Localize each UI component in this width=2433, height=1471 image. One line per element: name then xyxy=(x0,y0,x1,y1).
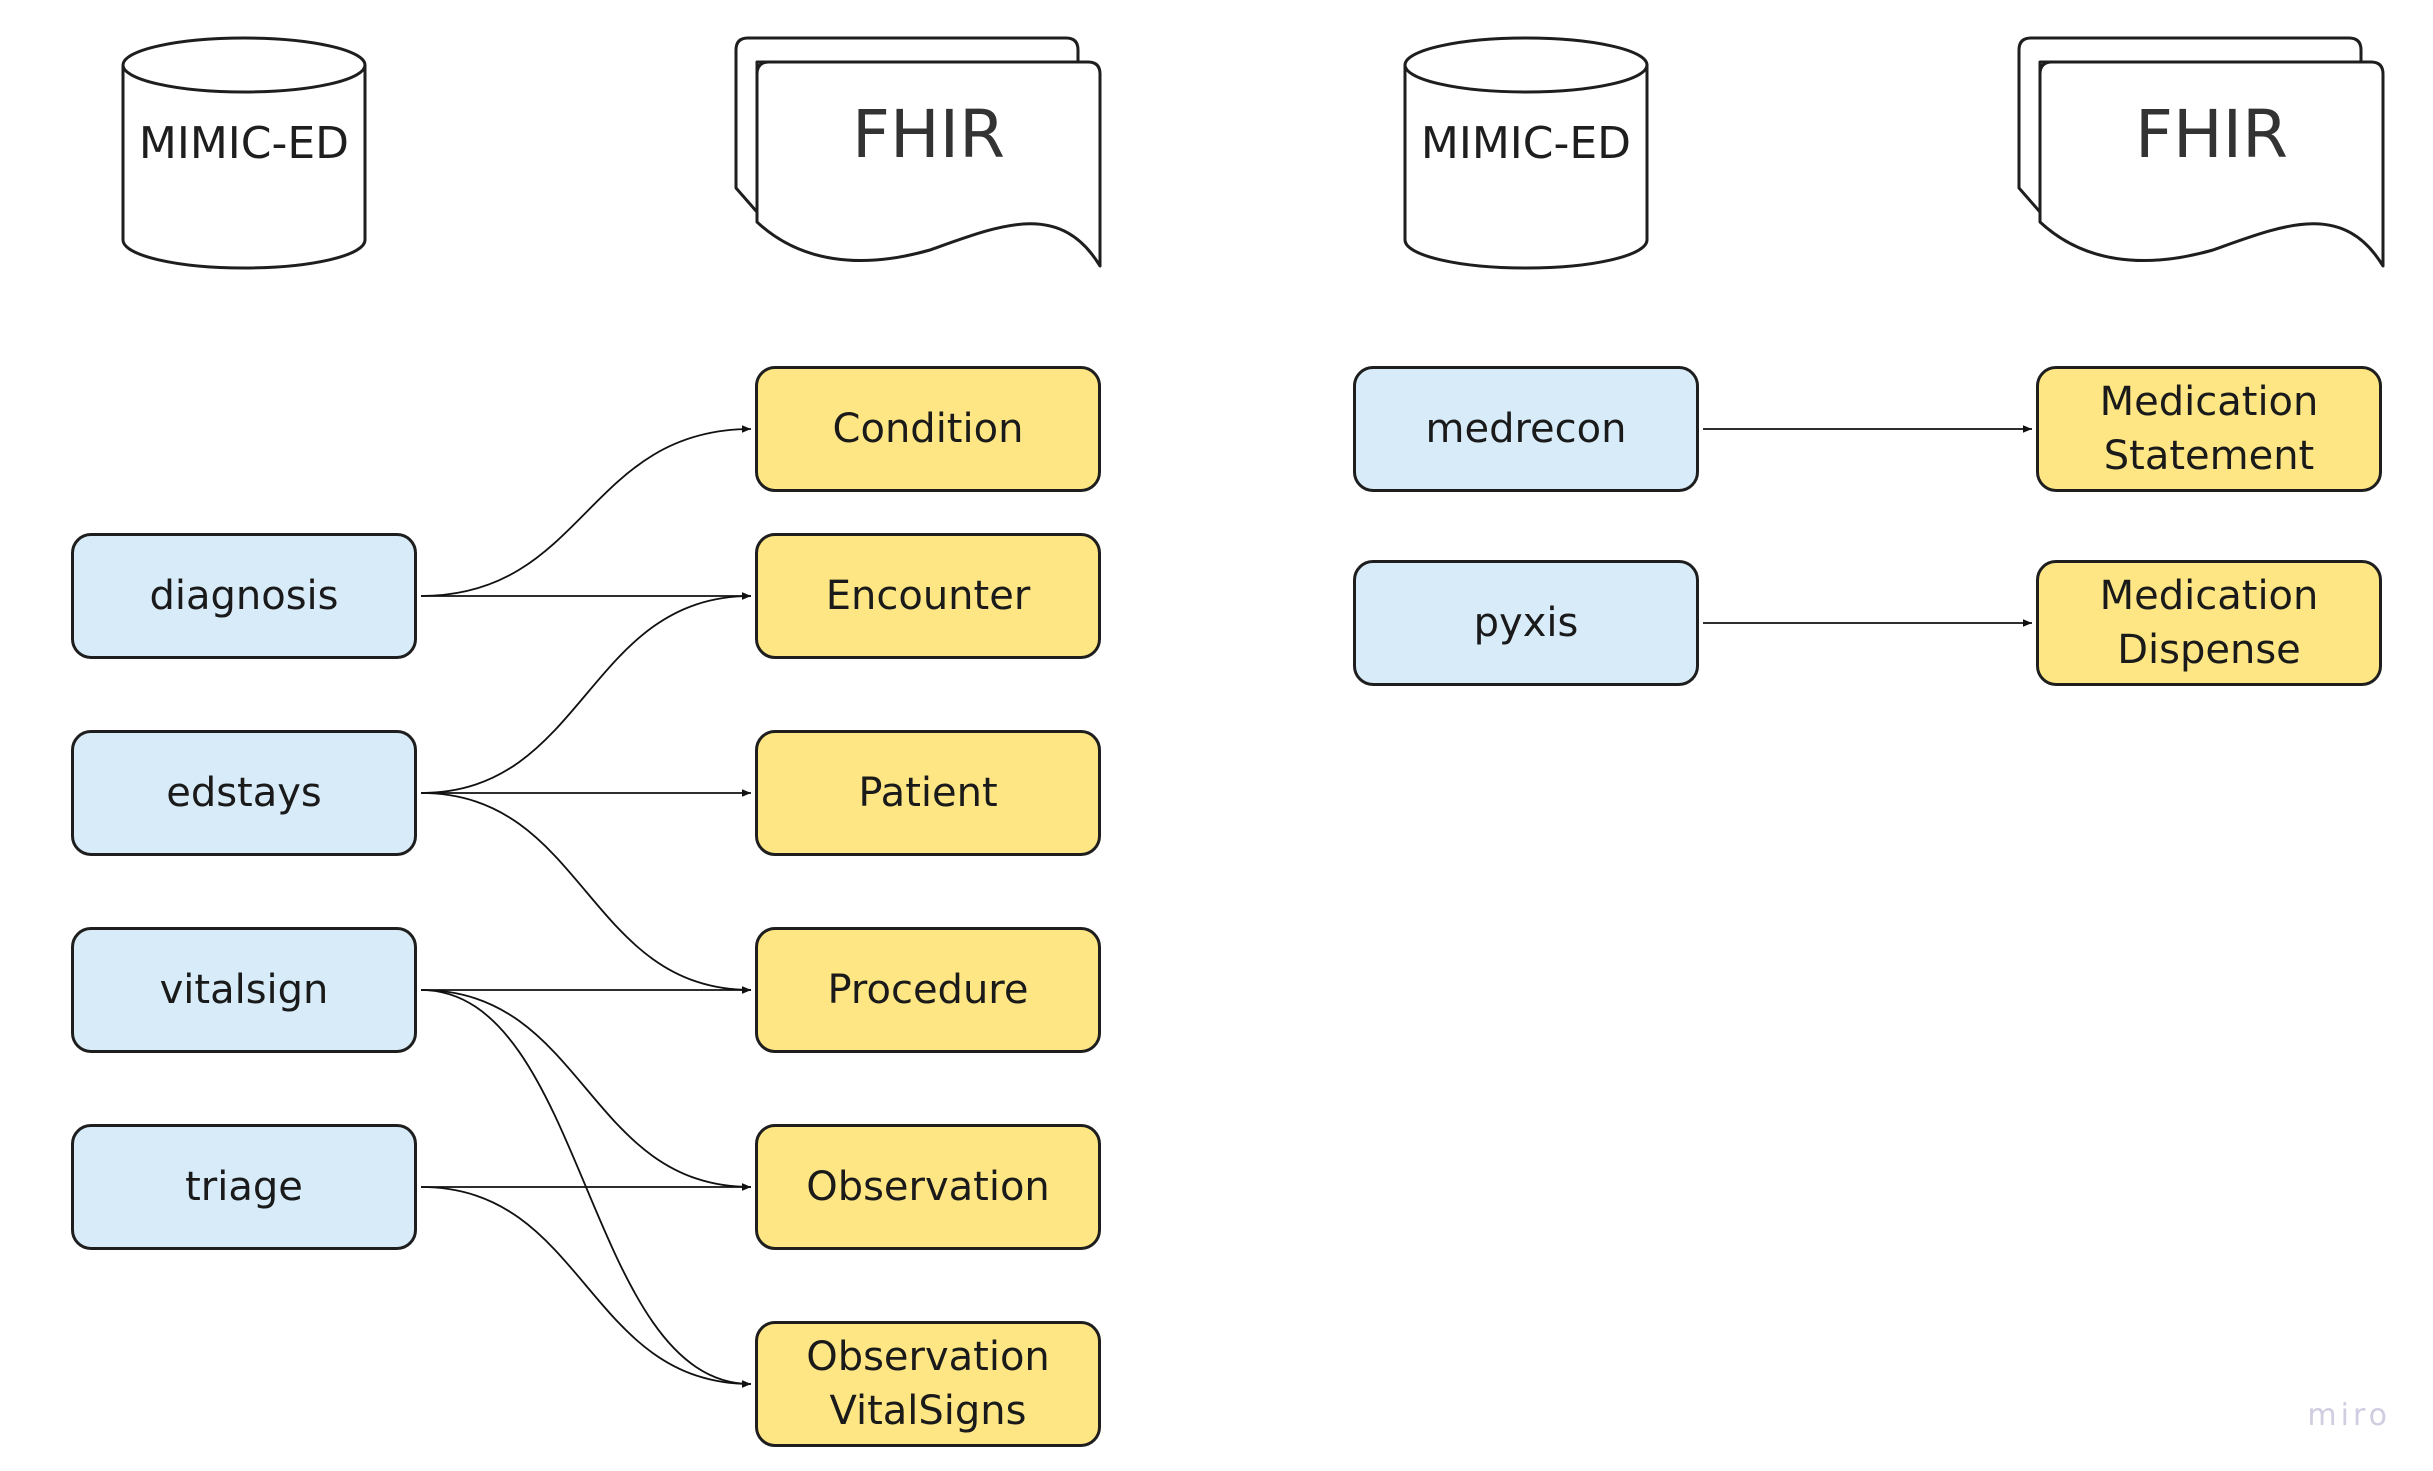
source-node-triage[interactable]: triage xyxy=(71,1124,417,1250)
target-node-condition[interactable]: Condition xyxy=(755,366,1101,492)
target-node-procedure[interactable]: Procedure xyxy=(755,927,1101,1053)
fhir-label-left: FHIR xyxy=(852,96,1005,173)
source-db-label-left: MIMIC-ED xyxy=(138,118,350,169)
connector-diagnosis-to-condition[interactable] xyxy=(420,425,752,597)
source-db-label-right: MIMIC-ED xyxy=(1420,118,1632,169)
target-node-observation[interactable]: Observation xyxy=(755,1124,1101,1250)
connector-layer xyxy=(420,425,2032,1388)
connector-vitalsign-to-observation[interactable] xyxy=(420,989,752,1191)
connector-edstays-to-procedure[interactable] xyxy=(420,792,752,994)
target-node-observation-vitalsigns[interactable]: Observation VitalSigns xyxy=(755,1321,1101,1447)
target-node-patient[interactable]: Patient xyxy=(755,730,1101,856)
target-node-encounter[interactable]: Encounter xyxy=(755,533,1101,659)
miro-watermark: miro xyxy=(2307,1398,2391,1433)
source-node-pyxis[interactable]: pyxis xyxy=(1353,560,1699,686)
source-node-vitalsign[interactable]: vitalsign xyxy=(71,927,417,1053)
source-node-edstays[interactable]: edstays xyxy=(71,730,417,856)
target-node-medication-statement[interactable]: Medication Statement xyxy=(2036,366,2382,492)
connector-triage-to-observation_vitalsigns[interactable] xyxy=(420,1186,752,1388)
fhir-label-right: FHIR xyxy=(2135,96,2288,173)
target-node-medication-dispense[interactable]: Medication Dispense xyxy=(2036,560,2382,686)
source-node-diagnosis[interactable]: diagnosis xyxy=(71,533,417,659)
source-node-medrecon[interactable]: medrecon xyxy=(1353,366,1699,492)
connector-edstays-to-encounter[interactable] xyxy=(420,592,752,794)
